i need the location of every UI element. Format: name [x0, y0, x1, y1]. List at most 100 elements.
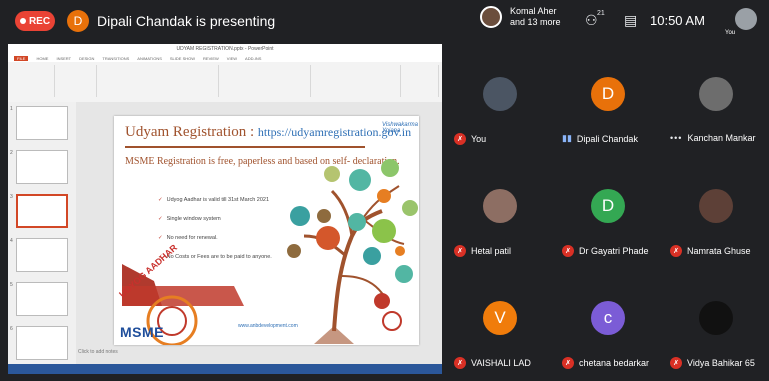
participant-tile[interactable]: V ✗ VAISHALI LAD [447, 268, 553, 379]
tree-node [372, 219, 396, 243]
mic-muted-icon: ✗ [670, 245, 682, 257]
mic-muted-icon: ✗ [562, 245, 574, 257]
mic-muted-icon: ✗ [562, 357, 574, 369]
tree-node [381, 159, 399, 177]
tree-node [290, 206, 310, 226]
ppt-ribbon [8, 62, 442, 103]
speaking-indicator-icon: ▮▮ [562, 133, 572, 143]
ppt-tab: INSERT [56, 55, 72, 61]
participant-photo [699, 77, 733, 111]
slide-thumbnail [16, 150, 68, 184]
ppt-title-bar: UDYAM REGISTRATION.pptx - PowerPoint [8, 44, 442, 54]
participant-tile[interactable]: ✗ Namrata Ghuse [663, 156, 769, 267]
participants-summary-text: Komal Aher and 13 more [510, 6, 561, 27]
audio-dots-icon: ••• [670, 133, 683, 143]
slide-thumbnail [16, 106, 68, 140]
ribbon-group-paragraph [220, 65, 311, 97]
ppt-tab: DESIGN [79, 55, 95, 61]
bullet-item: ✓ Single window system [158, 216, 221, 222]
slide-bullets: ✓ Udyog Aadhar is valid till 31st March 2… [158, 196, 272, 272]
ppt-tab: VIEW [226, 55, 238, 61]
participant-photo [699, 301, 733, 335]
participant-tile[interactable]: D ✗ Dr Gayatri Phade [555, 156, 661, 267]
ppt-ribbon-tabs: FILE HOME INSERT DESIGN TRANSITIONS ANIM… [8, 54, 442, 62]
participants-summary[interactable]: Komal Aher and 13 more [480, 6, 561, 28]
people-icon[interactable]: ⚇ [585, 12, 598, 29]
clock: 10:50 AM [650, 13, 705, 28]
participant-tile[interactable]: D ▮▮ Dipali Chandak [555, 44, 661, 155]
tree-node [324, 166, 340, 182]
participant-name: Vidya Bahikar 65 [687, 358, 755, 368]
self-label: You [725, 30, 736, 36]
slide-number: 5 [10, 282, 13, 288]
people-count-badge: 21 [597, 10, 605, 17]
slide-number: 4 [10, 238, 13, 244]
chat-icon[interactable]: ▤ [624, 12, 637, 29]
participant-grid: ✗ You D ▮▮ Dipali Chandak ••• Kanchan Manka… [447, 44, 769, 381]
ribbon-group-slides [56, 65, 97, 97]
participant-name: Dr Gayatri Phade [579, 246, 649, 256]
ribbon-group-drawing [312, 65, 401, 97]
self-avatar[interactable] [735, 8, 757, 30]
mic-muted-icon: ✗ [454, 133, 466, 145]
participant-avatar: D [591, 77, 625, 111]
banner-shape [122, 286, 244, 306]
tree-node [395, 246, 405, 256]
participant-name: Dipali Chandak [576, 133, 638, 144]
mic-muted-icon: ✗ [454, 357, 466, 369]
ppt-tab: ANIMATIONS [137, 55, 162, 61]
presenter-avatar: D [67, 10, 89, 32]
ppt-workspace: 1 2 3 4 5 6 Udyam Registration : https:/… [8, 102, 442, 364]
tree-node [349, 169, 371, 191]
participant-tile[interactable]: ••• Kanchan Mankar [663, 44, 769, 155]
participant-avatar: V [483, 301, 517, 335]
participant-tile[interactable]: ✗ You [447, 44, 553, 155]
slide-footer-url: www.anbdevelopment.com [238, 323, 298, 329]
ribbon-group-font [98, 65, 219, 97]
slide-thumbnail [16, 238, 68, 272]
ppt-tab: FILE [14, 55, 29, 61]
participant-tile[interactable]: ✗ Vidya Bahikar 65 [663, 268, 769, 379]
participant-name: You [471, 134, 487, 144]
ppt-tab: ADD-INS [245, 55, 262, 61]
participant-photo [699, 189, 733, 223]
ribbon-group-editing [402, 65, 439, 97]
ppt-window-title: UDYAM REGISTRATION.pptx - PowerPoint [176, 46, 274, 52]
ppt-tab: REVIEW [203, 55, 219, 61]
tree-node [402, 200, 418, 216]
ppt-tab: HOME [36, 55, 49, 61]
tree-node [395, 265, 413, 283]
participant-avatar [480, 6, 502, 28]
shared-screen: UDYAM REGISTRATION.pptx - PowerPoint FIL… [8, 44, 442, 374]
participant-avatar: c [591, 301, 625, 335]
participant-name: chetana bedarkar [579, 358, 650, 368]
tree-node [316, 226, 340, 250]
participant-tile[interactable]: c ✗ chetana bedarkar [555, 268, 661, 379]
tree-node [363, 247, 381, 265]
tree-node [287, 244, 301, 258]
slide-number: 2 [10, 150, 13, 156]
mic-muted-icon: ✗ [454, 245, 466, 257]
tree-node [317, 209, 331, 223]
participant-name: Hetal patil [471, 246, 512, 256]
msme-logo-text: MSME [120, 324, 164, 340]
current-slide: Udyam Registration : https://udyamregist… [114, 116, 419, 345]
participant-tile[interactable]: ✗ Hetal patil [447, 156, 553, 267]
meeting-top-bar: REC D Dipali Chandak is presenting Komal… [0, 0, 769, 42]
slide-number: 1 [10, 106, 13, 112]
participant-photo [483, 189, 517, 223]
presenting-status: Dipali Chandak is presenting [97, 13, 276, 29]
slide-thumbnail-selected [16, 194, 68, 228]
recording-badge: REC [15, 11, 55, 31]
bullet-item: ✓ Udyog Aadhar is valid till 31st March 2… [158, 197, 270, 203]
participant-photo [483, 77, 517, 111]
bullet-item: ✓ No Costs or Fees are to be paid to anyo… [158, 254, 272, 260]
mic-muted-icon: ✗ [670, 357, 682, 369]
participant-name: Namrata Ghuse [687, 246, 751, 256]
corner-logo [382, 311, 402, 331]
tree-node [377, 189, 391, 203]
ppt-tab: TRANSITIONS [102, 55, 130, 61]
slide-thumbnail [16, 282, 68, 316]
ppt-status-bar [8, 364, 442, 374]
participant-name: VAISHALI LAD [471, 358, 531, 368]
